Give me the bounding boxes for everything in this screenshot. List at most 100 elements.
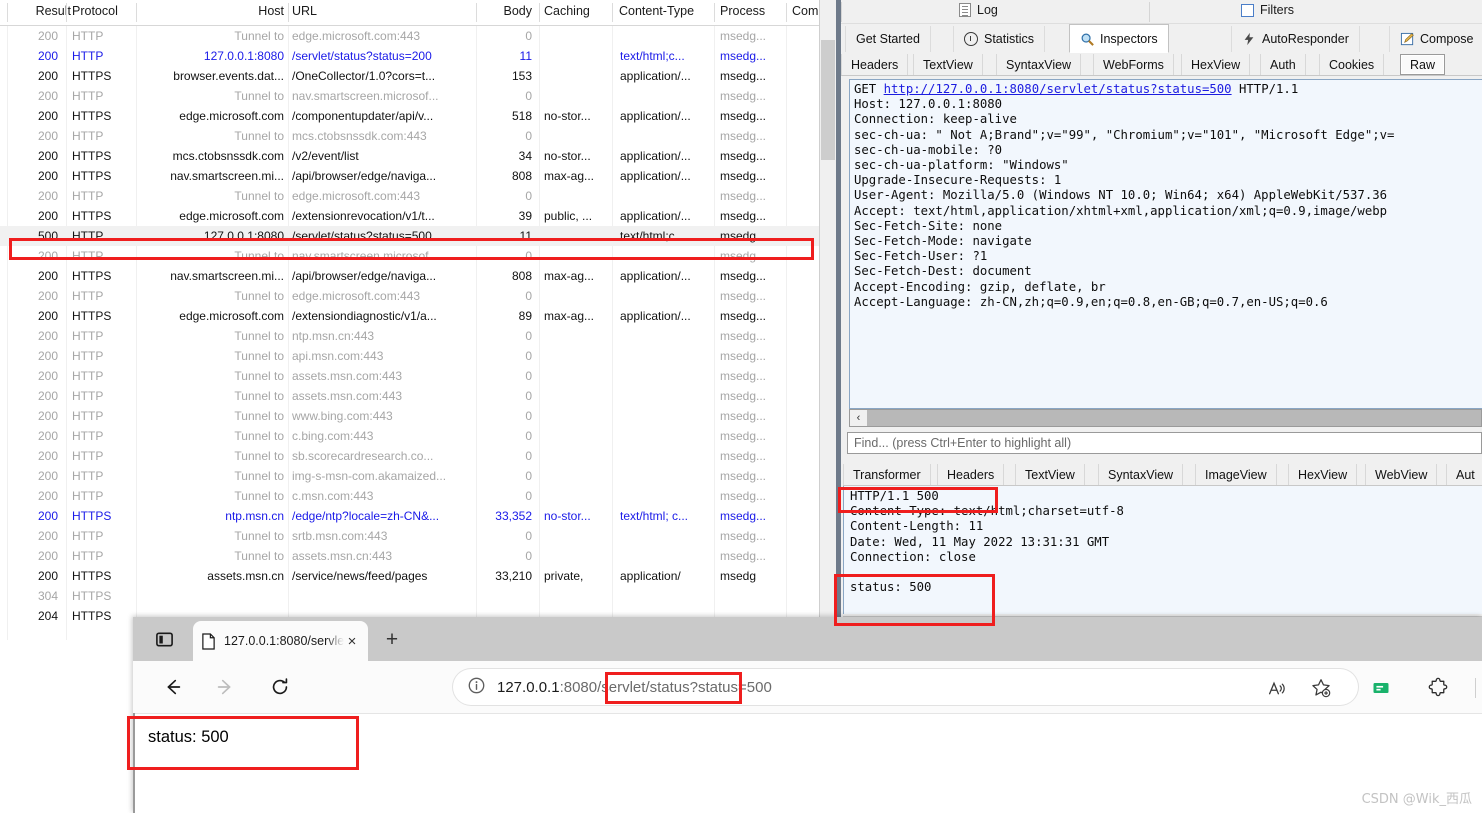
table-row[interactable]: 200 HTTP Tunnel to edge.microsoft.com:443 0 m… (0, 286, 836, 306)
session-list[interactable]: Result Protocol Host URL Body Caching Co… (0, 0, 836, 640)
tab-composer[interactable]: Compose (1389, 26, 1482, 52)
cell-host: Tunnel to (234, 529, 284, 543)
tab-resp-transformer[interactable]: Transformer (843, 464, 931, 485)
column-header-protocol[interactable]: Protocol (72, 4, 118, 18)
response-raw-view[interactable]: HTTP/1.1 500 Content-Type: text/html;cha… (843, 486, 1482, 614)
table-row[interactable]: 500 HTTP 127.0.0.1:8080/servlet/status?sta… (0, 226, 836, 246)
response-view-tabs[interactable]: Transformer Headers TextView SyntaxView … (843, 463, 1482, 486)
browser-tab[interactable]: 127.0.0.1:8080/servlet/status?sta × (193, 621, 368, 661)
table-row[interactable]: 200 HTTP Tunnel to c.msn.com:443 0 msedg... (0, 486, 836, 506)
table-row[interactable]: 200 HTTP Tunnel to assets.msn.com:443 0 msedg… (0, 386, 836, 406)
cell-url: mcs.ctobsnssdk.com:443 (292, 129, 427, 143)
tab-autoresponder[interactable]: AutoResponder (1231, 26, 1360, 52)
table-row[interactable]: 200 HTTP Tunnel to nav.smartscreen.microsof… (0, 86, 836, 106)
forward-button[interactable] (209, 671, 241, 703)
table-row[interactable]: 200 HTTP 127.0.0.1:8080/servlet/status?sta… (0, 46, 836, 66)
tab-resp-textview[interactable]: TextView (1015, 464, 1085, 485)
session-list-scrollbar[interactable] (819, 0, 836, 640)
tab-get-started[interactable]: Get Started (845, 26, 931, 52)
tab-resp-syntaxview[interactable]: SyntaxView (1098, 464, 1184, 485)
tab-resp-webview[interactable]: WebView (1365, 464, 1438, 485)
cell-body: 0 (525, 349, 532, 363)
cell-process: msedg... (720, 209, 767, 223)
tab-actions-icon[interactable] (151, 627, 177, 651)
table-row[interactable]: 200 HTTPS nav.smartscreen.mi.../api/browse… (0, 266, 836, 286)
request-horizontal-scrollbar[interactable]: ‹ (849, 409, 1482, 427)
cell-url: img-s-msn-com.akamaized... (292, 469, 447, 483)
back-button[interactable] (157, 671, 189, 703)
find-input[interactable]: Find... (press Ctrl+Enter to highlight a… (847, 432, 1482, 454)
tab-req-syntaxview[interactable]: SyntaxView (996, 54, 1082, 75)
checkbox-icon[interactable] (1241, 3, 1254, 17)
table-row[interactable]: 200 HTTP Tunnel to c.bing.com:443 0 msedg... (0, 426, 836, 446)
table-row[interactable]: 200 HTTPS edge.microsoft.com/extensionrevo… (0, 206, 836, 226)
table-row[interactable]: 200 HTTPS edge.microsoft.com/extensiondiag… (0, 306, 836, 326)
table-row[interactable]: 200 HTTP Tunnel to assets.msn.com:443 0 msedg… (0, 366, 836, 386)
site-info-icon[interactable] (467, 676, 487, 698)
table-row[interactable]: 304 HTTPS (0, 586, 836, 606)
cell-result: 200 (37, 329, 58, 343)
collections-icon[interactable] (1366, 673, 1396, 703)
new-tab-button[interactable]: + (381, 628, 403, 651)
tab-req-raw[interactable]: Raw (1400, 54, 1446, 75)
tab-req-hexview[interactable]: HexView (1181, 54, 1251, 75)
table-row[interactable]: 200 HTTP Tunnel to ntp.msn.cn:443 0 msedg... (0, 326, 836, 346)
table-row[interactable]: 200 HTTP Tunnel to srtb.msn.com:443 0 msedg..… (0, 526, 836, 546)
session-rows[interactable]: 200 HTTP Tunnel to edge.microsoft.com:443 0 m… (0, 26, 836, 626)
column-header-result[interactable]: Result (13, 4, 71, 18)
column-header-caching[interactable]: Caching (544, 4, 590, 18)
tab-resp-imageview[interactable]: ImageView (1195, 464, 1277, 485)
watermark: CSDN @Wik_西瓜 (1361, 792, 1472, 807)
table-row[interactable]: 200 HTTP Tunnel to img-s-msn-com.akamaized.… (0, 466, 836, 486)
log-toolstrip-item[interactable]: Log (959, 3, 998, 17)
column-header-body[interactable]: Body (480, 4, 533, 18)
table-row[interactable]: 200 HTTPS nav.smartscreen.mi.../api/browse… (0, 166, 836, 186)
table-row[interactable]: 200 HTTP Tunnel to edge.microsoft.com:443 0 m… (0, 26, 836, 46)
table-row[interactable]: 200 HTTP Tunnel to edge.microsoft.com:443 0 m… (0, 186, 836, 206)
tab-resp-auth[interactable]: Aut (1446, 464, 1482, 485)
request-raw-view[interactable]: GET http://127.0.0.1:8080/servlet/status… (849, 79, 1482, 409)
request-view-tabs[interactable]: Headers TextView SyntaxView WebForms Hex… (841, 52, 1482, 76)
column-header-content-type[interactable]: Content-Type (619, 4, 694, 18)
column-header-host[interactable]: Host (140, 4, 284, 18)
read-aloud-icon[interactable] (1262, 673, 1292, 703)
tab-req-auth[interactable]: Auth (1260, 54, 1306, 75)
table-row[interactable]: 200 HTTPS browser.events.dat.../OneCollect… (0, 66, 836, 86)
cell-url: assets.msn.cn:443 (292, 549, 393, 563)
tab-inspectors[interactable]: Inspectors (1069, 24, 1169, 53)
table-row[interactable]: 200 HTTP Tunnel to sb.scorecardresearch.co.… (0, 446, 836, 466)
tab-req-textview[interactable]: TextView (913, 54, 983, 75)
tab-req-webforms[interactable]: WebForms (1093, 54, 1174, 75)
cell-body: 39 (518, 209, 532, 223)
scroll-left-icon[interactable]: ‹ (850, 410, 867, 426)
table-row[interactable]: 200 HTTP Tunnel to assets.msn.cn:443 0 msedg.… (0, 546, 836, 566)
column-header-process[interactable]: Process (720, 4, 765, 18)
table-row[interactable]: 200 HTTPS edge.microsoft.com/componentupda… (0, 106, 836, 126)
tab-req-headers[interactable]: Headers (841, 54, 909, 75)
address-bar[interactable]: 127.0.0.1:8080/servlet/status?status=500 (453, 669, 1358, 705)
add-favorite-icon[interactable] (1306, 673, 1336, 703)
table-row[interactable]: 200 HTTP Tunnel to nav.smartscreen.microsof… (0, 246, 836, 266)
tab-statistics[interactable]: Statistics (953, 26, 1046, 52)
filters-toolstrip-item[interactable]: Filters (1241, 3, 1294, 17)
reload-button[interactable] (264, 671, 296, 703)
cell-host: Tunnel to (234, 409, 284, 423)
request-url-link[interactable]: http://127.0.0.1:8080/servlet/status?sta… (884, 82, 1232, 96)
table-row[interactable]: 200 HTTPS assets.msn.cn/service/news/feed/… (0, 566, 836, 586)
tab-resp-hexview[interactable]: HexView (1288, 464, 1358, 485)
table-row[interactable]: 200 HTTP Tunnel to api.msn.com:443 0 msedg... (0, 346, 836, 366)
inspector-main-tabs[interactable]: Get Started Statistics Inspectors AutoRe… (841, 24, 1482, 53)
column-header-url[interactable]: URL (292, 4, 317, 18)
table-row[interactable]: 200 HTTPS mcs.ctobsnssdk.com/v2/event/list… (0, 146, 836, 166)
cell-process: msedg... (720, 29, 767, 43)
log-icon (959, 3, 971, 17)
tab-resp-headers[interactable]: Headers (937, 464, 1005, 485)
scrollbar-thumb[interactable] (821, 40, 835, 160)
table-row[interactable]: 200 HTTPS ntp.msn.cn/edge/ntp?locale=zh-CN… (0, 506, 836, 526)
table-row[interactable]: 200 HTTP Tunnel to www.bing.com:443 0 msedg..… (0, 406, 836, 426)
tab-req-cookies[interactable]: Cookies (1319, 54, 1385, 75)
extensions-icon[interactable] (1424, 673, 1454, 703)
close-tab-icon[interactable]: × (344, 633, 360, 650)
table-row[interactable]: 200 HTTP Tunnel to mcs.ctobsnssdk.com:443 0 m… (0, 126, 836, 146)
cell-body: 34 (518, 149, 532, 163)
